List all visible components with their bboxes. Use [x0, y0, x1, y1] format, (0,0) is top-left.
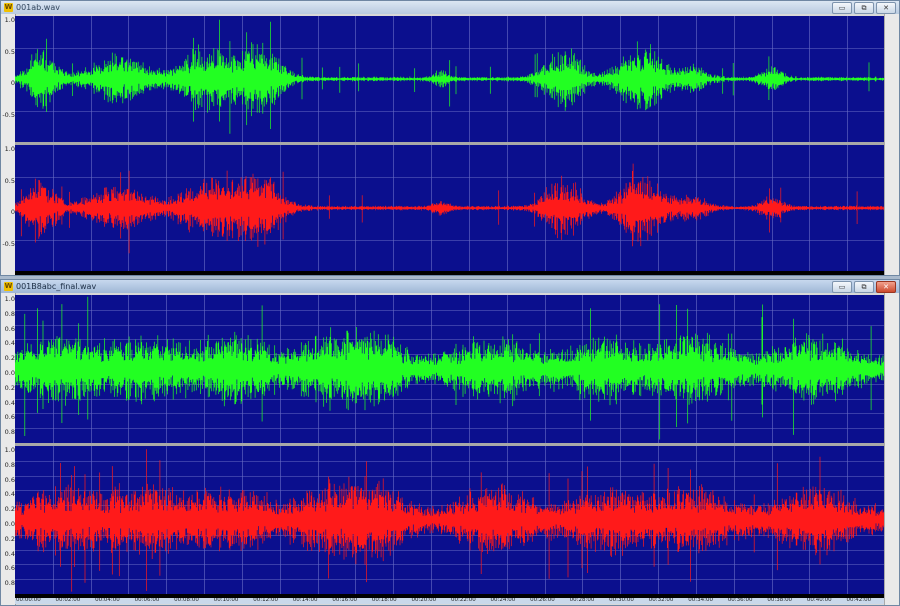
amplitude-tick-label: 0.8	[4, 460, 15, 469]
amplitude-tick-label: 0.6	[4, 475, 15, 484]
amplitude-tick-label: 0.4	[4, 339, 15, 348]
waveform-svg	[15, 16, 885, 142]
time-label: 00:26:00	[530, 598, 555, 603]
time-label: 00:38:00	[767, 598, 793, 603]
time-label: 00:34:00	[688, 598, 713, 603]
title-bar[interactable]: W 001ab.wav ▭ ⧉ ✕	[1, 1, 899, 14]
waveform-svg	[15, 145, 885, 271]
amplitude-tick-label: 0.6	[4, 324, 15, 333]
time-label: 00:22:00	[451, 598, 476, 603]
amplitude-tick-label: 0.6	[4, 564, 15, 573]
waveform-trace	[15, 19, 885, 134]
wave-client-area: 1.0 0.5 0 -0.5 1.0 0.5 0 -0.5	[1, 14, 899, 275]
window-title: 001B8abc_final.wav	[16, 282, 97, 291]
time-label: 00:30:00	[609, 598, 634, 603]
time-label: 00:14:00	[292, 598, 318, 603]
amplitude-tick-label: 0.2	[4, 534, 15, 543]
time-label: 00:36:00	[727, 598, 753, 603]
time-label: 00:42:00	[846, 598, 872, 603]
amplitude-tick-label: 0.2	[4, 505, 15, 514]
waveform-channel-right[interactable]	[15, 145, 885, 271]
amplitude-tick-label: 1.0	[4, 145, 15, 153]
time-label: 00:24:00	[490, 598, 516, 603]
vertical-scrollbar[interactable]	[884, 14, 899, 275]
restore-button[interactable]: ⧉	[854, 281, 874, 293]
amplitude-tick-label: 0.2	[4, 383, 15, 392]
time-label: 00:08:00	[174, 598, 199, 603]
waveform-channel-left[interactable]	[15, 16, 885, 142]
waveform-svg	[15, 446, 885, 594]
amplitude-tick-label: 0.8	[4, 428, 15, 437]
amplitude-tick-label: -0.5	[2, 239, 15, 248]
amplitude-tick-label: 0.0	[4, 520, 15, 528]
amplitude-ruler: 1.0 0.5 0 -0.5 1.0 0.5 0 -0.5	[1, 14, 16, 275]
amplitude-tick-label: 0.4	[4, 398, 15, 407]
amplitude-tick-label: 0.6	[4, 413, 15, 422]
waveform-trace	[15, 296, 885, 440]
amplitude-tick-label: 0.5	[4, 176, 15, 185]
minimize-button[interactable]: ▭	[832, 281, 852, 293]
minimize-button[interactable]: ▭	[832, 2, 852, 14]
app-icon: W	[4, 282, 13, 291]
amplitude-tick-label: 1.0	[4, 16, 15, 24]
time-bar	[15, 271, 885, 275]
time-label: 00:18:00	[371, 598, 397, 603]
time-label: 00:20:00	[411, 598, 437, 603]
waveform-channel-left[interactable]	[15, 295, 885, 443]
amplitude-tick-label: 1.0	[4, 295, 15, 303]
amplitude-tick-label: 0	[10, 79, 15, 87]
restore-button[interactable]: ⧉	[854, 2, 874, 14]
amplitude-tick-label: 0.4	[4, 490, 15, 499]
wave-window-1[interactable]: W 001ab.wav ▭ ⧉ ✕ 1.0 0.5 0 -0.5 1.0 0.5 0 -0.5	[0, 0, 900, 276]
amplitude-tick-label: 0.2	[4, 354, 15, 363]
time-label: 00:04:00	[95, 598, 120, 603]
amplitude-ruler: 1.0 0.8 0.6 0.4 0.2 0.0 0.2 0.4 0.6 0.8 1.0 0.8 0.6 0…	[1, 293, 16, 605]
time-label: 00:28:00	[569, 598, 595, 603]
time-ruler[interactable]: 00:00:00 00:02:00 00:04:00 00:06:00 00:08:00…	[15, 598, 885, 604]
amplitude-tick-label: 0.4	[4, 549, 15, 558]
vertical-scrollbar[interactable]	[884, 293, 899, 605]
time-label: 00:16:00	[332, 598, 358, 603]
amplitude-tick-label: 0.5	[4, 47, 15, 56]
close-button[interactable]: ✕	[876, 2, 896, 14]
time-label: 00:02:00	[55, 598, 81, 603]
amplitude-tick-label: 0.8	[4, 309, 15, 318]
amplitude-tick-label: 0.0	[4, 369, 15, 377]
time-label: 00:32:00	[648, 598, 674, 603]
time-label: 00:00:00	[16, 598, 41, 603]
time-label: 00:12:00	[253, 598, 278, 603]
time-label: 00:10:00	[213, 598, 239, 603]
amplitude-tick-label: 1.0	[4, 446, 15, 454]
title-bar[interactable]: W 001B8abc_final.wav ▭ ⧉ ✕	[1, 280, 899, 293]
waveform-channel-right[interactable]	[15, 446, 885, 594]
app-icon: W	[4, 3, 13, 12]
time-label: 00:40:00	[806, 598, 832, 603]
wave-window-2[interactable]: W 001B8abc_final.wav ▭ ⧉ ✕ 1.0 0.8 0.6 0.4 0…	[0, 279, 900, 606]
close-button[interactable]: ✕	[876, 281, 896, 293]
amplitude-tick-label: -0.5	[2, 110, 15, 119]
wave-client-area: 1.0 0.8 0.6 0.4 0.2 0.0 0.2 0.4 0.6 0.8 1.0 0.8 0.6 0…	[1, 293, 899, 605]
waveform-svg	[15, 295, 885, 443]
amplitude-tick-label: 0.8	[4, 579, 15, 588]
time-label: 00:06:00	[134, 598, 160, 603]
amplitude-tick-label: 0	[10, 208, 15, 216]
window-title: 001ab.wav	[16, 3, 60, 12]
